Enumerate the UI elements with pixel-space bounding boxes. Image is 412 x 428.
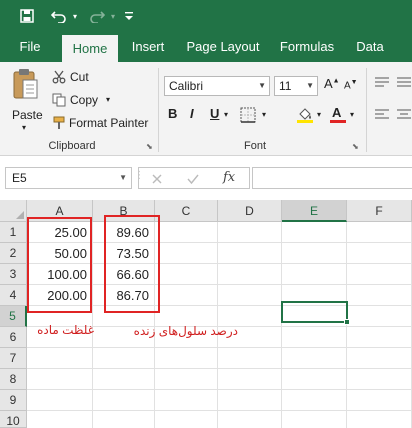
align-top-icon[interactable] (374, 76, 390, 90)
align-left-icon[interactable] (374, 108, 390, 122)
annotation-label-b: درصد سلول‌های زنده (133, 324, 238, 338)
row-header-2[interactable]: 2 (0, 243, 27, 264)
copy-dropdown-icon[interactable]: ▾ (106, 95, 110, 104)
row-header-6[interactable]: 6 (0, 327, 27, 348)
fill-color-icon[interactable] (296, 106, 314, 124)
paste-dropdown-icon[interactable]: ▾ (22, 123, 26, 132)
tab-insert[interactable]: Insert (124, 32, 172, 62)
italic-button[interactable]: I (190, 106, 194, 121)
formula-buttons: fx (138, 167, 250, 189)
gridline (27, 368, 412, 369)
font-size-value: 11 (279, 79, 292, 93)
row-header-8[interactable]: 8 (0, 369, 27, 390)
font-size-combo[interactable]: 11 ▼ (274, 76, 318, 96)
annotation-label-a: غلظت ماده (37, 323, 94, 337)
font-name-combo[interactable]: Calibri ▼ (164, 76, 270, 96)
undo-icon[interactable] (48, 0, 70, 32)
paste-label: Paste (12, 108, 43, 122)
gridline (346, 222, 347, 428)
decrease-font-icon[interactable]: A▼ (344, 79, 358, 91)
undo-dropdown-icon[interactable]: ▾ (70, 0, 80, 32)
group-separator (366, 68, 367, 152)
font-color-swatch (330, 120, 346, 123)
font-color-icon: A (332, 105, 342, 120)
row-header-9[interactable]: 9 (0, 390, 27, 411)
ribbon-tabs: File Home Insert Page Layout Formulas Da… (0, 32, 412, 62)
gridline (27, 389, 412, 390)
borders-dropdown-icon[interactable]: ▾ (262, 110, 266, 119)
tab-formulas[interactable]: Formulas (274, 32, 340, 62)
tab-file[interactable]: File (12, 32, 48, 62)
cut-button[interactable]: Cut (50, 68, 150, 88)
formula-bar: E5 ▼ ⋮ fx (0, 156, 412, 200)
font-color-button[interactable]: A (330, 105, 346, 124)
row-header-1[interactable]: 1 (0, 222, 27, 243)
bold-button[interactable]: B (168, 106, 177, 121)
select-all-corner[interactable] (0, 200, 27, 222)
row-header-10[interactable]: 10 (0, 411, 27, 428)
title-bar: ▾ ▾ (0, 0, 412, 32)
copy-button[interactable]: Copy ▾ (50, 91, 150, 111)
gridline (281, 222, 282, 428)
tab-data[interactable]: Data (350, 32, 390, 62)
tab-page-layout[interactable]: Page Layout (182, 32, 264, 62)
format-painter-icon (53, 116, 65, 129)
row-header-4[interactable]: 4 (0, 285, 27, 306)
row-header-7[interactable]: 7 (0, 348, 27, 369)
clipboard-launcher-icon[interactable]: ⬊ (146, 142, 153, 151)
underline-button[interactable]: U (210, 106, 219, 121)
font-launcher-icon[interactable]: ⬊ (352, 142, 359, 151)
worksheet-grid: A B C D E F 1 2 3 4 5 6 7 8 9 10 25.00 5… (0, 200, 412, 428)
column-header-e[interactable]: E (282, 200, 347, 222)
gridline (27, 347, 412, 348)
gridline (27, 410, 412, 411)
annotation-box-b (104, 215, 160, 313)
annotation-box-a (27, 217, 92, 313)
save-icon[interactable] (16, 0, 38, 32)
ribbon: Paste ▾ Cut Copy ▾ Format Painter Clipbo… (0, 62, 412, 156)
insert-function-icon[interactable]: fx (223, 170, 235, 185)
paste-icon (13, 69, 38, 99)
name-box-dropdown-icon[interactable]: ▼ (119, 168, 127, 188)
customize-icon[interactable] (122, 0, 136, 32)
cut-label: Cut (70, 70, 89, 84)
tab-home[interactable]: Home (62, 35, 118, 62)
copy-label: Copy (70, 93, 99, 107)
column-header-c[interactable]: C (155, 200, 218, 222)
name-box[interactable]: E5 ▼ (5, 167, 132, 189)
cancel-icon[interactable] (151, 173, 163, 185)
row-header-3[interactable]: 3 (0, 264, 27, 285)
redo-icon (86, 0, 108, 32)
column-header-d[interactable]: D (218, 200, 282, 222)
enter-icon[interactable] (187, 173, 199, 185)
borders-icon[interactable] (240, 107, 256, 123)
redo-dropdown-icon: ▾ (110, 11, 115, 21)
scissors-icon (52, 70, 66, 84)
paste-button[interactable]: Paste ▾ (8, 68, 44, 132)
font-color-dropdown-icon[interactable]: ▾ (350, 110, 354, 119)
group-separator (158, 68, 159, 152)
font-name-value: Calibri (169, 79, 204, 93)
increase-font-icon[interactable]: A▲ (324, 76, 340, 91)
fill-color-dropdown-icon[interactable]: ▾ (317, 110, 321, 119)
format-painter-label: Format Painter (69, 116, 149, 130)
underline-dropdown-icon[interactable]: ▾ (224, 110, 228, 119)
column-header-f[interactable]: F (347, 200, 412, 222)
copy-icon (52, 93, 66, 107)
font-group-label: Font (243, 140, 266, 152)
active-cell-e5[interactable] (281, 301, 348, 323)
align-middle-icon[interactable] (396, 76, 412, 90)
align-center-icon[interactable] (396, 108, 412, 122)
font-size-dropdown-icon[interactable]: ▼ (306, 77, 314, 95)
name-box-value: E5 (12, 171, 27, 185)
clipboard-group-label: Clipboard (48, 140, 96, 152)
fill-handle[interactable] (344, 319, 350, 325)
row-header-5[interactable]: 5 (0, 306, 27, 327)
font-name-dropdown-icon[interactable]: ▼ (258, 77, 266, 95)
formula-input[interactable] (252, 167, 412, 189)
format-painter-button[interactable]: Format Painter (50, 114, 154, 134)
